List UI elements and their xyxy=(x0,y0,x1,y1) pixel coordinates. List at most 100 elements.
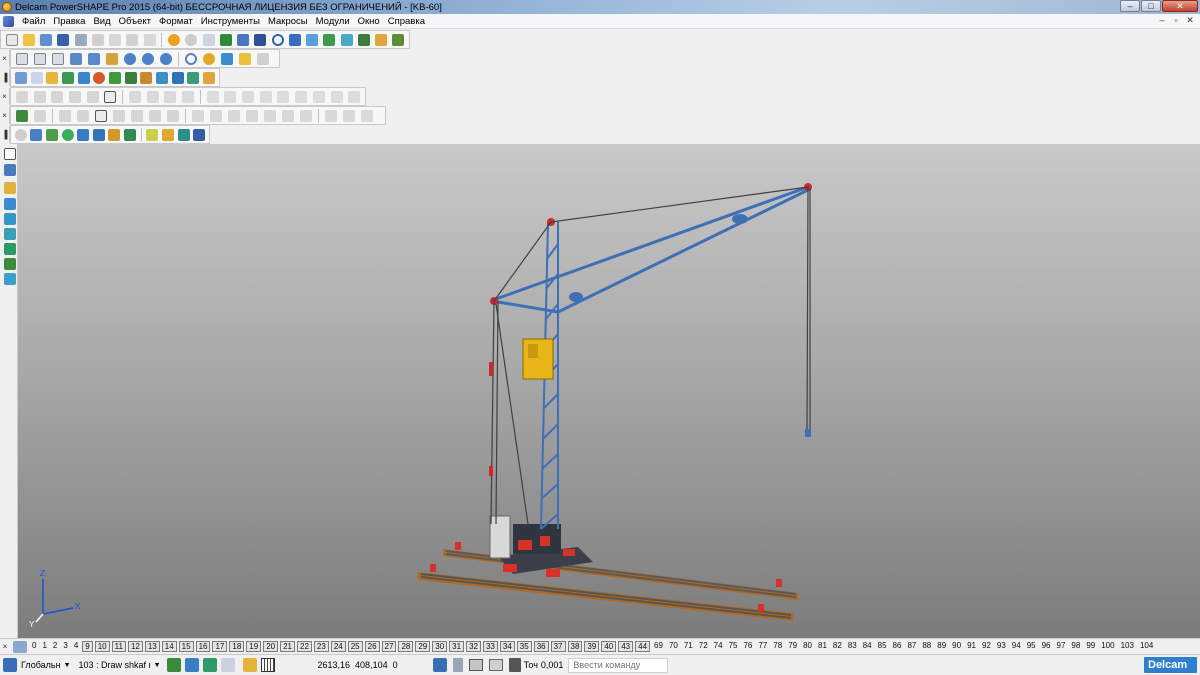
level-button-active[interactable]: 19 xyxy=(246,641,262,652)
curve-op-icon[interactable] xyxy=(258,89,274,105)
level-button[interactable]: 87 xyxy=(905,641,918,652)
menu-macros[interactable]: Макросы xyxy=(264,16,312,27)
menu-tools[interactable]: Инструменты xyxy=(197,16,264,27)
solid-revolve-icon[interactable] xyxy=(92,127,106,143)
maximize-button[interactable]: □ xyxy=(1141,0,1161,12)
cut-icon[interactable] xyxy=(90,32,105,48)
level-button-active[interactable]: 15 xyxy=(178,641,194,652)
tools-icon[interactable] xyxy=(391,32,406,48)
rotate-view-icon[interactable] xyxy=(104,51,120,67)
select-icon[interactable] xyxy=(201,32,216,48)
level-button-active[interactable]: 9 xyxy=(82,641,93,652)
level-button-active[interactable]: 20 xyxy=(263,641,279,652)
curve-tool-icon[interactable] xyxy=(49,89,65,105)
point-tool-icon[interactable] xyxy=(2,180,18,196)
cone-icon[interactable] xyxy=(108,70,122,86)
curve-icon[interactable] xyxy=(287,32,302,48)
surface-op-icon[interactable] xyxy=(341,108,357,124)
curve-op-icon[interactable] xyxy=(276,89,292,105)
menu-format[interactable]: Формат xyxy=(155,16,197,27)
snap-object-icon[interactable] xyxy=(202,658,217,672)
level-button-active[interactable]: 25 xyxy=(347,641,363,652)
level-button-active[interactable]: 16 xyxy=(195,641,211,652)
zoom-out-icon[interactable] xyxy=(140,51,156,67)
curve-tool-icon[interactable] xyxy=(85,89,101,105)
grid-icon[interactable] xyxy=(260,658,275,672)
menu-edit[interactable]: Правка xyxy=(49,16,89,27)
zoom-in-icon[interactable] xyxy=(122,51,138,67)
light-icon[interactable] xyxy=(237,51,253,67)
select-arrow-icon[interactable] xyxy=(2,146,18,162)
toolbar-grip-icon[interactable]: ▐ xyxy=(0,126,10,143)
view-side-icon[interactable] xyxy=(50,51,66,67)
workplane-tool-icon[interactable] xyxy=(2,162,18,178)
circle-icon[interactable] xyxy=(270,32,285,48)
level-button-active[interactable]: 34 xyxy=(499,641,515,652)
save-icon[interactable] xyxy=(56,32,71,48)
pan-hand-icon[interactable] xyxy=(255,51,271,67)
open-model-icon[interactable] xyxy=(39,32,54,48)
property-icon[interactable] xyxy=(432,658,447,672)
curve-edit-icon[interactable] xyxy=(180,89,196,105)
level-button[interactable]: 83 xyxy=(846,641,859,652)
document-icon[interactable] xyxy=(3,15,14,27)
block-icon[interactable] xyxy=(140,70,154,86)
curve-op-icon[interactable] xyxy=(205,89,221,105)
level-button-active[interactable]: 10 xyxy=(94,641,110,652)
level-button-active[interactable]: 12 xyxy=(127,641,143,652)
axis-icon[interactable] xyxy=(30,127,44,143)
surface-op-icon[interactable] xyxy=(359,108,375,124)
view-top-icon[interactable] xyxy=(14,51,30,67)
tolerance-icon[interactable] xyxy=(508,658,521,672)
level-button-active[interactable]: 27 xyxy=(381,641,397,652)
curve-op-icon[interactable] xyxy=(293,89,309,105)
solid-tool-icon[interactable] xyxy=(226,108,242,124)
level-button[interactable]: 70 xyxy=(667,641,680,652)
close-button[interactable]: ✕ xyxy=(1162,0,1198,12)
undo-stack-icon[interactable] xyxy=(488,659,503,671)
doc-close-button[interactable]: ✕ xyxy=(1184,15,1196,27)
level-button-active[interactable]: 11 xyxy=(111,641,126,652)
toolbar-close-icon[interactable]: × xyxy=(0,50,10,67)
solid-tool-icon[interactable] xyxy=(298,108,314,124)
surface-tool-icon[interactable] xyxy=(32,108,48,124)
powershape-app-icon[interactable] xyxy=(2,2,12,12)
solid-tool-icon[interactable] xyxy=(280,108,296,124)
solid-shell-icon[interactable] xyxy=(177,127,191,143)
level-button-active[interactable]: 40 xyxy=(601,641,617,652)
menu-object[interactable]: Объект xyxy=(115,16,155,27)
level-button[interactable]: 81 xyxy=(816,641,829,652)
level-button[interactable]: 103 xyxy=(1119,641,1136,652)
solid-icon[interactable] xyxy=(322,32,337,48)
level-button[interactable]: 104 xyxy=(1138,641,1155,652)
surface-tool-icon[interactable] xyxy=(147,108,163,124)
shaded-view-icon[interactable] xyxy=(339,32,354,48)
workplane-icon[interactable] xyxy=(235,32,250,48)
level-button[interactable]: 89 xyxy=(935,641,948,652)
surface-tool-icon[interactable] xyxy=(129,108,145,124)
level-button[interactable]: 4 xyxy=(72,641,80,652)
sphere-icon[interactable] xyxy=(92,70,106,86)
curve-op-icon[interactable] xyxy=(240,89,256,105)
level-button[interactable]: 72 xyxy=(697,641,710,652)
shading-icon[interactable] xyxy=(201,51,217,67)
snap-icon[interactable] xyxy=(166,658,181,672)
table-icon[interactable] xyxy=(468,659,483,671)
curve-tool-icon[interactable] xyxy=(67,89,83,105)
view-iso-icon[interactable] xyxy=(68,51,84,67)
menu-help[interactable]: Справка xyxy=(384,16,429,27)
toolbar-close-icon[interactable]: × xyxy=(0,88,10,105)
view-front-icon[interactable] xyxy=(32,51,48,67)
hole-icon[interactable] xyxy=(202,70,216,86)
calculator-icon[interactable] xyxy=(452,658,463,672)
curve-tool-active-icon[interactable] xyxy=(102,89,118,105)
level-button-active[interactable]: 28 xyxy=(398,641,414,652)
level-button[interactable]: 0 xyxy=(30,641,38,652)
solid-feature-icon[interactable] xyxy=(108,127,122,143)
level-bar-close-icon[interactable]: × xyxy=(0,642,10,651)
document-icon[interactable] xyxy=(30,70,44,86)
level-button[interactable]: 90 xyxy=(950,641,963,652)
wedge-icon[interactable] xyxy=(124,70,138,86)
level-button-active[interactable]: 33 xyxy=(482,641,498,652)
solid-block-icon[interactable] xyxy=(45,127,59,143)
